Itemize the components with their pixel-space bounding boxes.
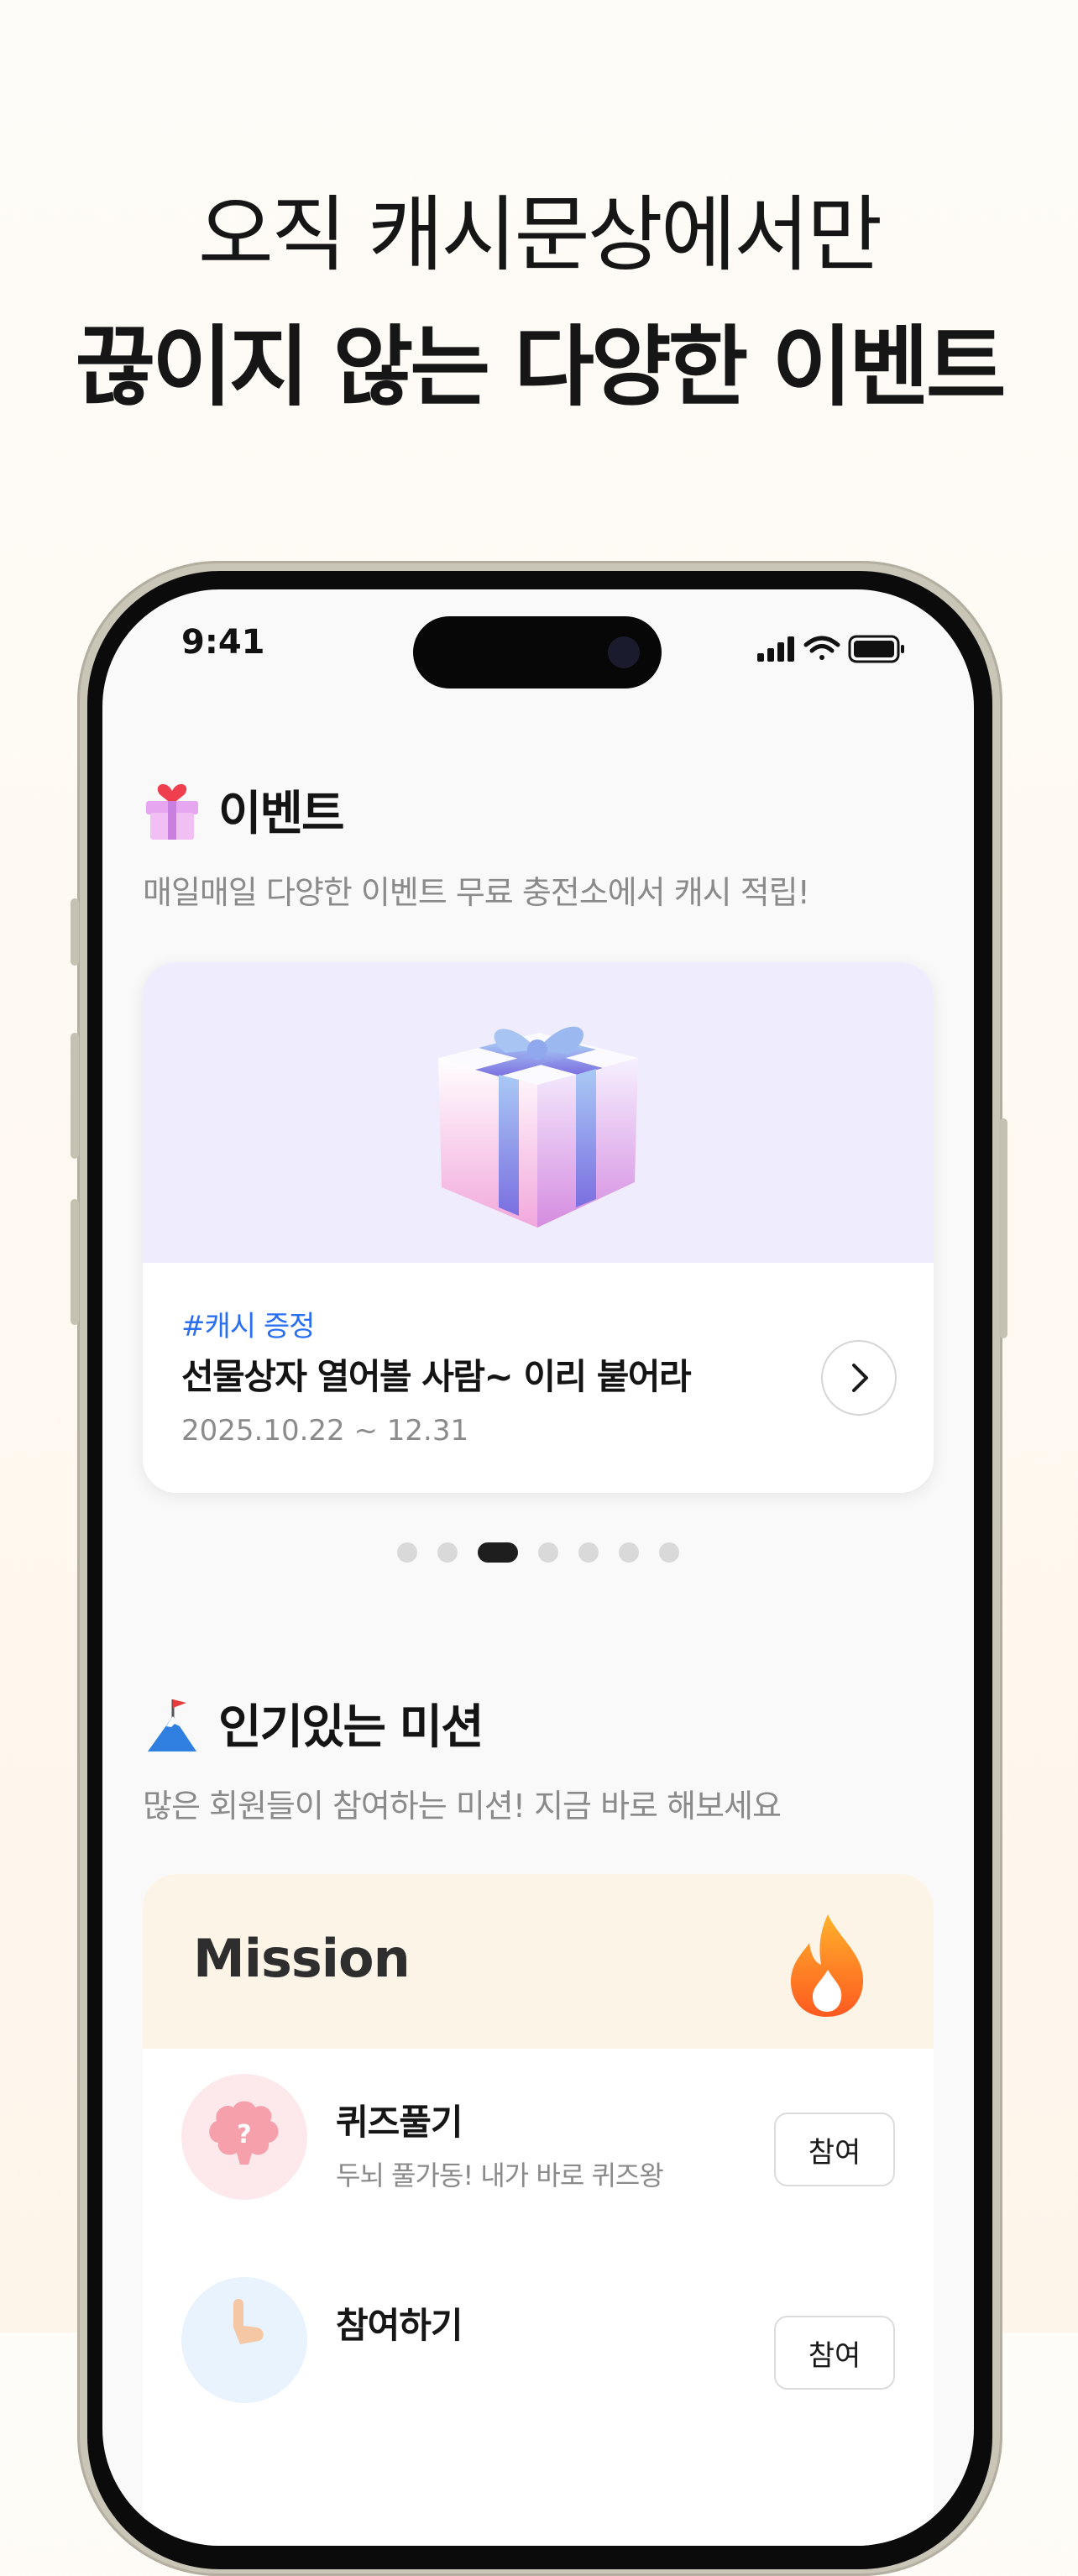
camera-icon — [608, 636, 640, 668]
events-title-text: 이벤트 — [218, 787, 345, 841]
join-button[interactable]: 참여 — [774, 2316, 895, 2390]
chevron-right-icon — [852, 1364, 868, 1392]
battery-icon — [848, 635, 904, 663]
phone-volume-up — [71, 1033, 79, 1159]
flame-icon — [791, 1914, 864, 2017]
event-card[interactable]: #캐시 증정 선물상자 열어볼 사람~ 이리 붙어라 2025.10.22 ~ … — [143, 962, 934, 1493]
brain-icon: ? — [181, 2074, 307, 2200]
hand-icon — [181, 2277, 307, 2403]
join-button[interactable]: 참여 — [774, 2113, 895, 2186]
pagination-dot-active[interactable] — [478, 1542, 518, 1563]
wifi-icon — [803, 636, 840, 660]
hero-line-2: 끊이지 않는 다양한 이벤트 — [75, 316, 1006, 418]
hero-heading: 오직 캐시문상에서만 끊이지 않는 다양한 이벤트 — [0, 181, 1078, 426]
mission-card: Mission ? 퀴즈풀기 두뇌 풀가동! 내가 바로 퀴즈왕 참여 참여하기… — [143, 1874, 934, 2546]
dynamic-island — [413, 616, 662, 689]
missions-title-text: 인기있는 미션 — [218, 1700, 484, 1755]
status-icons — [757, 635, 904, 663]
mission-card-header: Mission — [143, 1874, 934, 2049]
events-subtitle: 매일매일 다양한 이벤트 무료 충전소에서 캐시 적립! — [143, 874, 810, 911]
event-date: 2025.10.22 ~ 12.31 — [181, 1414, 469, 1448]
pagination-dot[interactable] — [397, 1542, 417, 1563]
gift-box-icon — [438, 1026, 638, 1228]
carousel-pagination — [102, 1542, 974, 1563]
phone-power-button — [999, 1118, 1007, 1338]
pagination-dot[interactable] — [437, 1542, 458, 1563]
event-banner — [143, 962, 934, 1263]
gift-icon — [143, 779, 201, 841]
pagination-dot[interactable] — [538, 1542, 558, 1563]
mission-item-description: 두뇌 풀가동! 내가 바로 퀴즈왕 — [336, 2160, 664, 2191]
phone-volume-down — [71, 1199, 79, 1325]
mission-item-title: 퀴즈풀기 — [336, 2102, 463, 2143]
pagination-dot[interactable] — [578, 1542, 599, 1563]
mission-header-title: Mission — [193, 1928, 411, 1989]
missions-subtitle: 많은 회원들이 참여하는 미션! 지금 바로 해보세요 — [143, 1788, 782, 1825]
events-section-title: 이벤트 — [143, 776, 345, 844]
svg-text:?: ? — [237, 2120, 251, 2149]
signal-icon — [757, 636, 794, 662]
hero-line-1: 오직 캐시문상에서만 — [197, 187, 883, 283]
phone-side-button — [71, 898, 79, 966]
pagination-dot[interactable] — [619, 1542, 639, 1563]
pagination-dot[interactable] — [659, 1542, 679, 1563]
mission-item[interactable]: ? 퀴즈풀기 두뇌 풀가동! 내가 바로 퀴즈왕 참여 — [143, 2049, 934, 2200]
event-title: 선물상자 열어볼 사람~ 이리 붙어라 — [181, 1356, 692, 1397]
missions-section-title: 인기있는 미션 — [143, 1689, 484, 1757]
event-next-button[interactable] — [821, 1340, 897, 1416]
phone-screen: 9:41 이벤트 매일매일 다양한 이벤트 무료 충전소에서 캐시 적립! #캐… — [102, 589, 974, 2546]
mission-item[interactable]: 참여하기 참여 — [143, 2252, 934, 2403]
mountain-flag-icon — [143, 1693, 201, 1755]
event-tag: #캐시 증정 — [181, 1310, 315, 1343]
status-time: 9:41 — [181, 623, 265, 662]
mission-item-title: 참여하기 — [336, 2305, 463, 2346]
